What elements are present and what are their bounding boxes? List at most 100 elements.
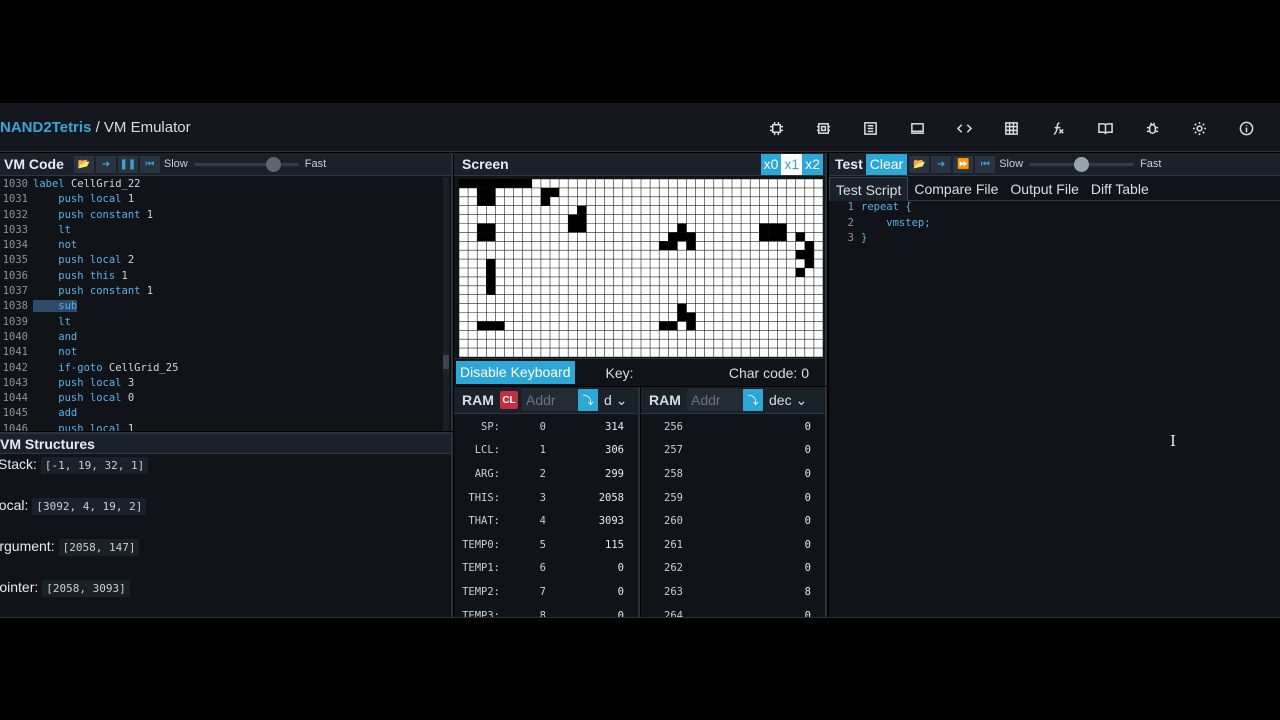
ram-value[interactable]: 0 [546,610,638,617]
code-line[interactable]: 1040 and [0,330,441,345]
code-scrollbar-thumb[interactable] [443,355,449,369]
code-line[interactable]: 1030 label CellGrid_22 [0,177,441,192]
tab-output-file[interactable]: Output File [1004,177,1084,201]
ram1-jump-button[interactable]: ⤵ [578,389,598,411]
vm-code-list[interactable]: 1030 label CellGrid_22 1031 push local 1 10… [0,177,441,431]
ram-value[interactable]: 0 [683,468,825,480]
ram-row[interactable]: 264 0 [641,604,825,617]
test-speed-knob[interactable] [1074,156,1090,172]
zoom-x2-button[interactable]: x2 [802,153,823,175]
code-line[interactable]: 1044 push local 0 [0,391,441,406]
code-line[interactable]: 1032 push constant 1 [0,208,441,223]
ram-row[interactable]: THIS: 3 2058 [454,486,638,510]
ram1-format-select[interactable]: d ⌄ [604,392,627,409]
cpu-icon[interactable] [800,117,847,139]
code-line[interactable]: 1045 add [0,406,441,421]
ram-row[interactable]: 260 0 [641,509,825,533]
script-line[interactable]: 2 vmstep; [829,217,1280,233]
ram-value[interactable]: 2058 [546,492,638,504]
zoom-x0-button[interactable]: x0 [760,153,782,175]
code-line[interactable]: 1038 sub [0,299,441,314]
tab-diff-table[interactable]: Diff Table [1085,177,1155,201]
test-script-editor[interactable]: 1 repeat {2 vmstep; 3} [829,201,1280,617]
ram-row[interactable]: TEMP3: 8 0 [454,604,638,617]
ram-row[interactable]: 263 8 [641,580,825,604]
tab-compare-file[interactable]: Compare File [908,177,1004,201]
code-line[interactable]: 1046 push local 1 [0,422,441,431]
code-line[interactable]: 1034 not [0,238,441,253]
list-icon[interactable] [847,117,894,139]
chip-icon[interactable] [753,117,800,139]
ram-value[interactable]: 115 [546,539,638,551]
test-reset-button[interactable]: ⏮ [975,155,996,173]
tab-test-script[interactable]: Test Script [829,176,909,201]
ram-row[interactable]: 257 0 [641,439,825,463]
ram-row[interactable]: 258 0 [641,462,825,486]
book-icon[interactable] [1082,117,1129,139]
ram-value[interactable]: 0 [683,515,825,527]
script-line[interactable]: 1 repeat { [829,201,1280,217]
ram-value[interactable]: 0 [546,562,638,574]
code-icon[interactable] [941,117,988,139]
table-icon[interactable] [988,117,1035,139]
ram-value[interactable]: 0 [683,444,825,456]
ram-row[interactable]: TEMP0: 5 115 [454,533,638,557]
monitor-icon[interactable] [894,117,941,139]
disable-keyboard-button[interactable]: Disable Keyboard [456,361,575,384]
step-button[interactable]: ➜ [95,155,116,173]
zoom-x1-button[interactable]: x1 [781,153,803,175]
code-line[interactable]: 1037 push constant 1 [0,284,441,299]
ram-value[interactable]: 0 [683,539,825,551]
test-open-folder-button[interactable]: 📂 [909,155,930,173]
test-fast-forward-button[interactable]: ⏩ [953,155,974,173]
ram-row[interactable]: TEMP2: 7 0 [454,580,638,604]
ram2-jump-button[interactable]: ⤵ [743,389,763,411]
ram-value[interactable]: 0 [546,586,638,598]
bug-icon[interactable] [1129,117,1176,139]
ram-row[interactable]: TEMP1: 6 0 [454,557,638,581]
ram-row[interactable]: SP: 0 314 [454,415,638,439]
clear-ram-button[interactable]: CL [500,391,518,409]
ram1-addr-input[interactable]: Addr [522,389,578,411]
code-line[interactable]: 1031 push local 1 [0,192,441,207]
ram-row[interactable]: LCL: 1 306 [454,439,638,463]
ram2-format-select[interactable]: dec ⌄ [769,392,807,409]
ram2-addr-input[interactable]: Addr [687,389,743,411]
code-line[interactable]: 1035 push local 2 [0,253,441,268]
code-line[interactable]: 1043 push local 3 [0,376,441,391]
ram-value[interactable]: 8 [683,586,825,598]
function-icon[interactable] [1035,117,1082,139]
code-line[interactable]: 1033 lt [0,223,441,238]
settings-icon[interactable] [1176,117,1223,139]
code-scrollbar[interactable] [443,177,449,431]
ram-row[interactable]: 256 0 [641,415,825,439]
pause-button[interactable]: ❚❚ [117,155,138,173]
script-line[interactable]: 3} [829,232,1280,248]
open-folder-button[interactable]: 📂 [73,155,94,173]
ram-value[interactable]: 0 [683,492,825,504]
reset-button[interactable]: ⏮ [139,155,160,173]
ram-value[interactable]: 314 [546,421,638,433]
screen-display[interactable] [459,179,823,357]
code-line[interactable]: 1036 push this 1 [0,269,441,284]
code-line[interactable]: 1042 if-goto CellGrid_25 [0,361,441,376]
code-line[interactable]: 1039 lt [0,315,441,330]
info-icon[interactable] [1223,117,1270,139]
ram-value[interactable]: 0 [683,421,825,433]
ram-value[interactable]: 0 [683,610,825,617]
ram-value[interactable]: 0 [683,562,825,574]
ram-row[interactable]: 262 0 [641,557,825,581]
ram-row[interactable]: THAT: 4 3093 [454,509,638,533]
ram-row[interactable]: 261 0 [641,533,825,557]
ram-value[interactable]: 299 [546,468,638,480]
code-line[interactable]: 1041 not [0,345,441,360]
ram-value[interactable]: 306 [546,444,638,456]
test-speed-slider[interactable] [1029,156,1135,172]
brand-name[interactable]: NAND2Tetris [0,119,91,136]
vm-speed-slider[interactable] [193,156,299,172]
vm-speed-knob[interactable] [265,156,281,172]
ram-row[interactable]: ARG: 2 299 [454,462,638,486]
test-step-button[interactable]: ➜ [931,155,952,173]
clear-test-button[interactable]: Clear [865,153,908,175]
ram-row[interactable]: 259 0 [641,486,825,510]
